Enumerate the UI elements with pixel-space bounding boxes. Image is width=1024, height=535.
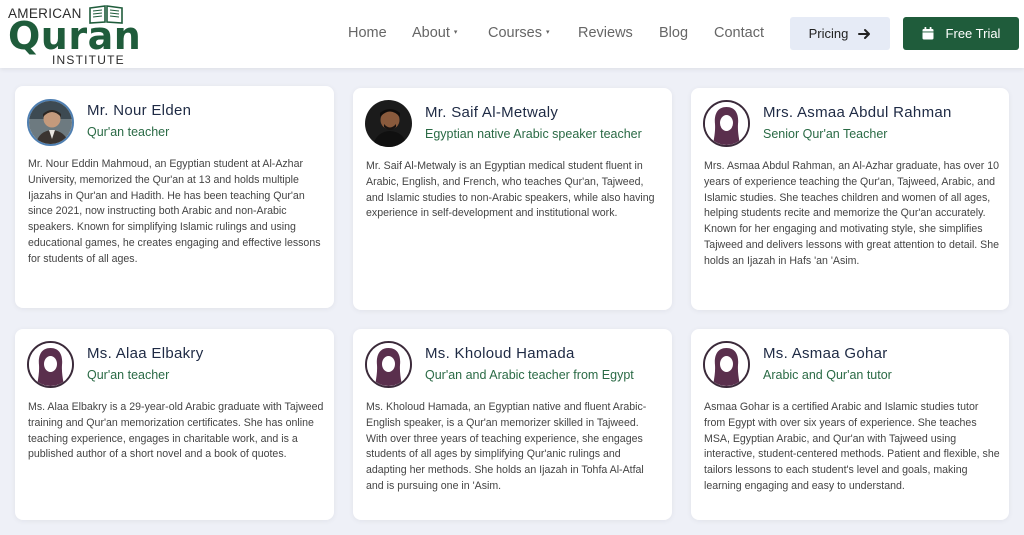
nav-contact[interactable]: Contact [714, 25, 764, 41]
caret-down-icon: ▾ [453, 29, 458, 36]
teacher-name: Mr. Nour Elden [87, 102, 192, 119]
female-silhouette-icon [703, 100, 750, 147]
nav-home-label: Home [348, 25, 387, 41]
teacher-role: Qur'an and Arabic teacher from Egypt [425, 368, 634, 382]
nav-courses[interactable]: Courses ▾ [488, 25, 550, 41]
free-trial-button-label: Free Trial [945, 26, 1001, 41]
teacher-role: Senior Qur'an Teacher [763, 127, 888, 141]
teacher-bio: Mrs. Asmaa Abdul Rahman, an Al-Azhar gra… [704, 160, 1000, 267]
pricing-button-label: Pricing [808, 26, 849, 41]
nav-about[interactable]: About ▾ [412, 25, 457, 41]
teacher-name: Ms. Alaa Elbakry [87, 345, 204, 362]
teacher-name: Mrs. Asmaa Abdul Rahman [763, 104, 952, 121]
teacher-card: Ms. Kholoud Hamada Qur'an and Arabic tea… [353, 329, 672, 520]
teacher-card: Mrs. Asmaa Abdul Rahman Senior Qur'an Te… [691, 88, 1009, 310]
teacher-photo [27, 99, 74, 146]
teacher-role: Egyptian native Arabic speaker teacher [425, 127, 642, 141]
nav-courses-label: Courses [488, 25, 542, 41]
caret-down-icon: ▾ [546, 29, 550, 36]
teacher-photo [365, 100, 412, 147]
nav-about-label: About [412, 25, 450, 41]
nav-home[interactable]: Home [348, 25, 387, 41]
calendar-icon [922, 27, 934, 40]
nav-contact-label: Contact [714, 25, 764, 41]
site-logo[interactable]: AMERICAN Quran INSTITUTE [8, 4, 141, 67]
nav-blog-label: Blog [659, 25, 689, 41]
nav-blog[interactable]: Blog [659, 25, 688, 41]
teacher-name: Mr. Saif Al-Metwaly [425, 104, 559, 121]
arrow-right-icon [858, 28, 871, 39]
teacher-role: Arabic and Qur'an tutor [763, 368, 892, 382]
teacher-name: Ms. Kholoud Hamada [425, 345, 575, 362]
female-silhouette-icon [703, 341, 750, 388]
teacher-name: Ms. Asmaa Gohar [763, 345, 888, 362]
teacher-bio: Asmaa Gohar is a certified Arabic and Is… [704, 401, 1000, 492]
logo-line-institute: INSTITUTE [52, 53, 125, 67]
teacher-card: Ms. Alaa Elbakry Qur'an teacher Ms. Alaa… [15, 329, 334, 520]
pricing-button[interactable]: Pricing [790, 17, 890, 50]
free-trial-button[interactable]: Free Trial [903, 17, 1019, 50]
nav-reviews[interactable]: Reviews [578, 25, 633, 41]
nav-reviews-label: Reviews [578, 25, 633, 41]
teacher-bio: Ms. Alaa Elbakry is a 29-year-old Arabic… [28, 401, 324, 461]
teacher-bio: Mr. Nour Eddin Mahmoud, an Egyptian stud… [28, 158, 321, 265]
teacher-role: Qur'an teacher [87, 368, 170, 382]
female-silhouette-icon [365, 341, 412, 388]
logo-line-quran: Quran [8, 14, 142, 58]
teacher-card: Ms. Asmaa Gohar Arabic and Qur'an tutor … [691, 329, 1009, 520]
teacher-card: Mr. Nour Elden Qur'an teacher Mr. Nour E… [15, 86, 334, 308]
female-silhouette-icon [27, 341, 74, 388]
teacher-bio: Mr. Saif Al-Metwaly is an Egyptian medic… [366, 160, 655, 220]
teacher-card: Mr. Saif Al-Metwaly Egyptian native Arab… [353, 88, 672, 310]
teacher-bio: Ms. Kholoud Hamada, an Egyptian native a… [366, 401, 647, 492]
site-header: AMERICAN Quran INSTITUTE Home About ▾ Cou… [0, 0, 1024, 68]
teacher-role: Qur'an teacher [87, 125, 170, 139]
